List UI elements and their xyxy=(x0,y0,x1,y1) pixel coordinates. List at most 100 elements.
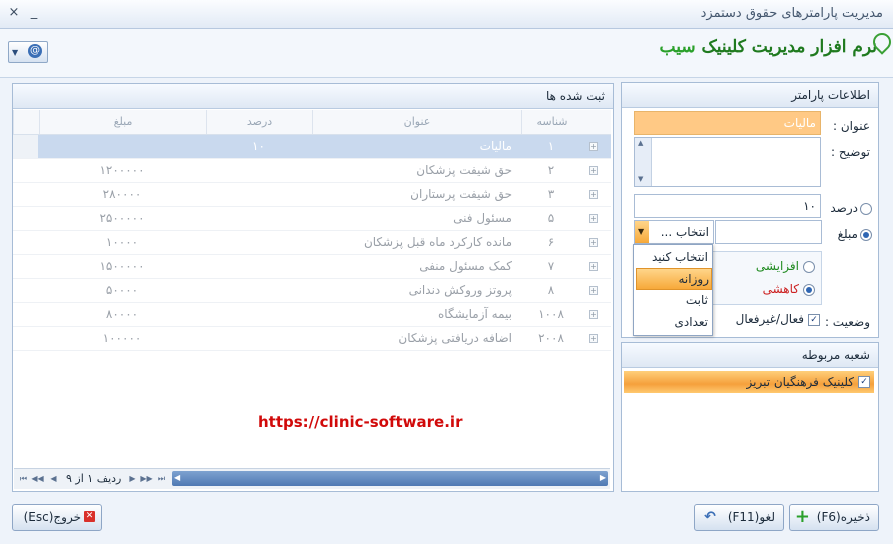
record-position: ردیف ۱ از ۹ xyxy=(66,472,122,485)
amount-type-value: انتخاب ... xyxy=(660,225,709,239)
cell-id: ۲۰۰۸ xyxy=(538,331,564,345)
description-textarea[interactable]: ▲ ▼ xyxy=(634,137,821,187)
exit-button[interactable]: ✕ خروج(Esc) xyxy=(12,504,102,531)
status-label: وضعیت : xyxy=(824,315,870,329)
cell-percent xyxy=(206,303,311,326)
table-row[interactable]: ۲۸۰۰۰۰ حق شیفت پرستاران ۳ + xyxy=(13,183,611,207)
amount-radio[interactable] xyxy=(860,229,872,241)
horizontal-scrollbar[interactable]: ◀ ▶ xyxy=(172,471,608,486)
cell-title: بیمه آزمایشگاه xyxy=(438,307,512,321)
direction-group: افزایشی کاهشی xyxy=(712,251,822,305)
cell-amount: ۸۰۰۰۰ xyxy=(105,307,139,321)
prev-record-icon[interactable]: ◀ xyxy=(47,472,60,485)
percent-label: درصد xyxy=(830,201,858,215)
prev-page-icon[interactable]: ◀◀ xyxy=(31,472,44,485)
expand-row-icon[interactable]: + xyxy=(589,190,598,199)
app-logo: نرم افزار مدیریت کلینیک سیب xyxy=(660,37,877,57)
expand-row-icon[interactable]: + xyxy=(589,142,598,151)
cancel-button-label: لغو(F11) xyxy=(727,510,775,524)
next-record-icon[interactable]: ▶ xyxy=(126,472,139,485)
logo-text-main: نرم افزار مدیریت کلینیک xyxy=(701,37,877,57)
column-id[interactable]: شناسه xyxy=(521,110,582,134)
table-row[interactable]: ۱۰ مالیات ۱ + xyxy=(13,135,611,159)
expand-row-icon[interactable]: + xyxy=(589,286,598,295)
last-record-icon[interactable]: ⏭ xyxy=(155,472,168,485)
dropdown-option-highlighted[interactable]: روزانه xyxy=(636,268,712,290)
cell-percent xyxy=(206,207,311,230)
expand-row-icon[interactable]: + xyxy=(589,214,598,223)
description-scrollbar[interactable]: ▲ ▼ xyxy=(635,138,652,186)
cell-id: ۸ xyxy=(547,283,555,297)
dropdown-option[interactable]: انتخاب کنید xyxy=(636,247,710,267)
first-record-icon[interactable]: ⏮ xyxy=(17,472,30,485)
next-page-icon[interactable]: ▶▶ xyxy=(140,472,153,485)
table-row[interactable]: ۱۵۰۰۰۰۰ کمک مسئول منفی ۷ + xyxy=(13,255,611,279)
amount-input[interactable] xyxy=(715,220,822,244)
logo-text-accent: سیب xyxy=(659,37,696,57)
save-button[interactable]: ذخیره(F6) + xyxy=(789,504,879,531)
select-dropdown-arrow[interactable]: ▼ xyxy=(635,221,649,243)
cell-title: مسئول فنی xyxy=(453,211,512,225)
branch-panel: شعبه مربوطه ✓ کلینیک فرهنگیان تبریز xyxy=(621,342,879,492)
help-button[interactable]: ▼ @ xyxy=(8,41,48,63)
expand-row-icon[interactable]: + xyxy=(589,310,598,319)
table-row[interactable]: ۸۰۰۰۰ بیمه آزمایشگاه ۱۰۰۸ + xyxy=(13,303,611,327)
cell-amount: ۱۰۰۰۰۰ xyxy=(102,331,142,345)
branch-item-label: کلینیک فرهنگیان تبریز xyxy=(746,375,854,389)
row-indicator xyxy=(13,135,38,158)
expand-row-icon[interactable]: + xyxy=(589,262,598,271)
cell-percent xyxy=(206,279,311,302)
close-icon[interactable]: × xyxy=(6,5,22,21)
decrease-radio[interactable] xyxy=(803,284,815,296)
dropdown-option[interactable]: ثابت xyxy=(636,290,710,310)
branch-item[interactable]: ✓ کلینیک فرهنگیان تبریز xyxy=(624,371,874,393)
dropdown-option[interactable]: تعدادی xyxy=(636,312,710,332)
percent-input[interactable]: ۱۰ xyxy=(634,194,821,218)
cell-id: ۳ xyxy=(547,187,555,201)
undo-icon: ↶ xyxy=(704,509,716,525)
chevron-down-icon: ▼ xyxy=(12,48,19,57)
increase-radio[interactable] xyxy=(803,261,815,273)
help-icon: @ xyxy=(28,44,42,58)
active-checkbox[interactable]: ✓ xyxy=(808,314,820,326)
grid-header-blank xyxy=(13,110,39,134)
title-input[interactable]: مالیات xyxy=(634,111,821,135)
column-amount[interactable]: مبلغ xyxy=(39,110,206,134)
plus-icon: + xyxy=(794,506,810,527)
cell-title: مانده کارکرد ماه قبل پزشکان xyxy=(363,235,512,249)
amount-type-select[interactable]: انتخاب ... ▼ xyxy=(634,220,714,244)
cell-percent xyxy=(206,231,311,254)
minimize-icon[interactable]: _ xyxy=(26,5,42,21)
title-input-value: مالیات xyxy=(783,116,816,130)
expand-row-icon[interactable]: + xyxy=(589,334,598,343)
cell-amount: ۲۸۰۰۰۰ xyxy=(102,187,142,201)
table-row[interactable]: ۱۰۰۰۰ مانده کارکرد ماه قبل پزشکان ۶ + xyxy=(13,231,611,255)
cell-id: ۱۰۰۸ xyxy=(538,307,564,321)
cell-id: ۶ xyxy=(547,235,555,249)
column-percent[interactable]: درصد xyxy=(206,110,312,134)
save-button-label: ذخیره(F6) xyxy=(816,510,870,524)
amount-type-dropdown: انتخاب کنید روزانه ثابت تعدادی xyxy=(633,244,713,336)
table-row[interactable]: ۲۵۰۰۰۰۰ مسئول فنی ۵ + xyxy=(13,207,611,231)
cell-amount: ۱۵۰۰۰۰۰ xyxy=(99,259,145,273)
table-row[interactable]: ۱۰۰۰۰۰ اضافه دریافتی پزشکان ۲۰۰۸ + xyxy=(13,327,611,351)
expand-row-icon[interactable]: + xyxy=(589,166,598,175)
cell-amount: ۱۲۰۰۰۰۰ xyxy=(99,163,145,177)
params-panel-title: اطلاعات پارامتر xyxy=(622,83,878,108)
scroll-up-icon[interactable]: ▲ xyxy=(638,139,643,147)
scroll-right-icon[interactable]: ▶ xyxy=(600,473,606,482)
table-row[interactable]: ۱۲۰۰۰۰۰ حق شیفت پزشکان ۲ + xyxy=(13,159,611,183)
cell-title: حق شیفت پزشکان xyxy=(416,163,512,177)
scroll-down-icon[interactable]: ▼ xyxy=(638,175,643,183)
table-row[interactable]: ۵۰۰۰۰ پروتز وروکش دندانی ۸ + xyxy=(13,279,611,303)
branch-checkbox[interactable]: ✓ xyxy=(858,376,870,388)
column-title[interactable]: عنوان xyxy=(312,110,521,134)
cancel-button[interactable]: لغو(F11) ↶ xyxy=(694,504,784,531)
amount-label: مبلغ xyxy=(837,227,858,241)
expand-row-icon[interactable]: + xyxy=(589,238,598,247)
scroll-left-icon[interactable]: ◀ xyxy=(174,473,180,482)
percent-radio[interactable] xyxy=(860,203,872,215)
cell-id: ۵ xyxy=(547,211,555,225)
branch-panel-title: شعبه مربوطه xyxy=(622,343,878,368)
active-label: فعال/غیرفعال xyxy=(735,312,804,326)
